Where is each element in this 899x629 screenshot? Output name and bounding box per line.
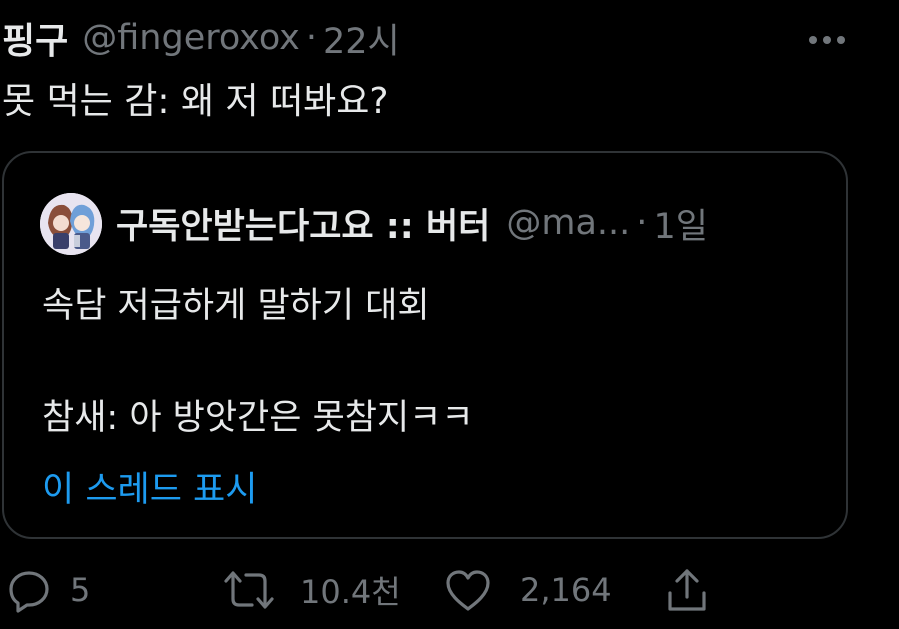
quote-text-line-1: 속담 저급하게 말하기 대회 [42,286,430,326]
quote-author-name[interactable]: 구독안받는다고요 :: 버터 [116,198,490,249]
quote-author-handle[interactable]: @ma... [506,203,630,243]
retweet-button[interactable]: 10.4천 [222,562,401,618]
retweet-count: 10.4천 [300,573,401,611]
share-icon [664,565,710,615]
share-button[interactable] [664,562,710,618]
show-thread-link[interactable]: 이 스레드 표시 [42,461,257,512]
quote-separator-dot: · [636,203,648,243]
separator-dot: · [305,18,318,58]
retweet-icon [222,567,276,613]
like-button[interactable]: 2,164 [444,562,612,618]
like-count: 2,164 [520,571,612,609]
author-name[interactable]: 핑구 [2,12,68,64]
quote-header: 구독안받는다고요 :: 버터 @ma... · 1일 [116,195,708,251]
reply-icon [6,567,52,613]
tweet-header: 핑구 @fingeroxox · 22시 [0,14,899,62]
quote-timestamp[interactable]: 1일 [653,198,707,249]
reply-button[interactable]: 5 [6,562,90,618]
tweet-text: 못 먹는 감: 왜 저 떠봐요? [2,81,389,122]
heart-icon [444,567,492,613]
author-handle[interactable]: @fingeroxox [82,18,300,58]
more-options-button[interactable] [805,22,849,58]
action-bar: 5 10.4천 2,164 [0,562,899,618]
tweet-timestamp[interactable]: 22시 [323,13,400,64]
quote-text-line-2: 참새: 아 방앗간은 못참지ㅋㅋ [42,398,474,438]
quote-author-avatar[interactable] [40,193,102,255]
reply-count: 5 [70,571,91,609]
more-horizontal-icon [807,34,847,46]
quoted-tweet-card[interactable]: 구독안받는다고요 :: 버터 @ma... · 1일 속담 저급하게 말하기 대… [2,151,848,539]
